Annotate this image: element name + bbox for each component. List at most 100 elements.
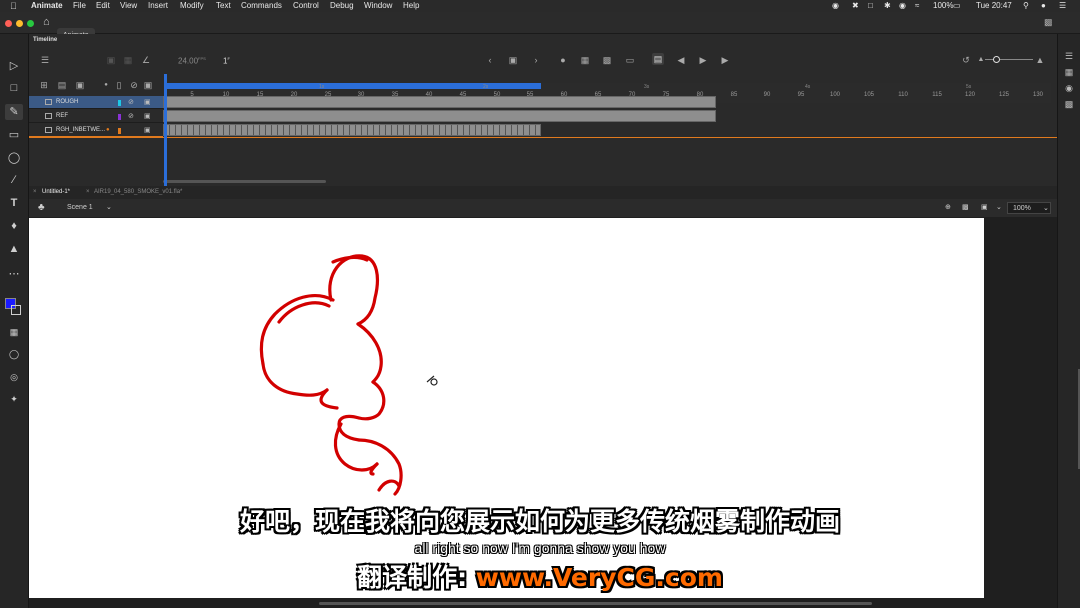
lock-icon[interactable]: ▣ [144,96,151,109]
selection-tool-icon[interactable]: ▷ [5,58,23,74]
stroke-color-swatch[interactable] [11,305,21,315]
paint-bucket-tool-icon[interactable]: ♦ [5,218,23,234]
spotlight-search-icon[interactable]: ⚲ [1023,0,1029,12]
step-forward-icon[interactable]: ▶ [719,54,731,66]
outline-icon[interactable]: ▯ [113,79,125,91]
doc-tab-untitled[interactable]: Untitled-1* [42,186,70,199]
layer-row-rough[interactable]: ROUGH ⊘ ▣ [29,96,163,109]
visibility-icon[interactable]: ⊘ [128,110,134,123]
zoom-out-icon[interactable]: ▲ [975,54,987,66]
playhead[interactable] [164,74,167,186]
layer-name[interactable]: ROUGH [56,96,78,109]
graph-icon[interactable]: ∠ [140,54,152,66]
menu-help[interactable]: Help [403,0,419,12]
scene-icon[interactable]: ♣ [38,199,45,217]
maximize-window-button[interactable] [27,20,34,27]
brush-mode-icon[interactable]: ◯ [5,346,23,362]
library-panel-icon[interactable]: ▦ [1062,66,1076,78]
layer-color-swatch[interactable] [118,114,121,120]
prev-keyframe-icon[interactable]: ‹ [484,54,496,66]
stage-size-icon[interactable]: ▣ [981,199,988,217]
lock-all-icon[interactable]: ▣ [142,79,154,91]
close-tab-icon[interactable]: × [33,186,37,199]
new-layer-icon[interactable]: ⊞ [38,79,50,91]
timeline-zoom-handle[interactable] [993,56,1000,63]
layers-icon[interactable]: ☰ [39,54,51,66]
delete-layer-icon[interactable]: ▣ [74,79,86,91]
layer-depth-icon[interactable]: ▦ [122,54,134,66]
layer-color-swatch[interactable] [118,100,121,106]
layer-frames-rgh-inbetween[interactable] [163,124,541,136]
layer-frames-ref[interactable] [163,110,716,122]
timeline-h-scrollbar[interactable] [163,180,326,183]
onion-outline-icon[interactable]: ▦ [579,54,591,66]
camera-icon[interactable]: ▣ [105,54,117,66]
bluetooth-icon[interactable]: ✱ [884,0,891,12]
menu-debug[interactable]: Debug [330,0,354,12]
lock-icon[interactable]: ▣ [144,124,151,137]
scene-name[interactable]: Scene 1 [67,199,93,217]
menu-edit[interactable]: Edit [96,0,110,12]
new-folder-icon[interactable]: ▤ [56,79,68,91]
center-frame-icon[interactable]: ▭ [624,54,636,66]
smoothing-icon[interactable]: ✦ [5,391,23,407]
loop-icon[interactable]: ▤ [652,53,664,65]
clock[interactable]: Tue 20:47 [976,0,1012,12]
line-tool-icon[interactable]: ∕ [5,172,23,188]
menu-control[interactable]: Control [293,0,319,12]
stage-h-scrollbar[interactable] [319,602,872,605]
workspace-icon[interactable]: ▩ [1044,17,1053,28]
step-back-icon[interactable]: ◀ [675,54,687,66]
next-keyframe-icon[interactable]: › [530,54,542,66]
menu-commands[interactable]: Commands [241,0,282,12]
control-center-icon[interactable]: ☰ [1059,0,1066,12]
user-avatar-icon[interactable]: ● [1041,0,1046,12]
lock-icon[interactable]: ▣ [144,110,151,123]
menu-modify[interactable]: Modify [180,0,204,12]
close-app-icon[interactable]: ✖ [852,0,859,12]
menu-view[interactable]: View [120,0,137,12]
home-icon[interactable]: ⌂ [43,16,50,28]
properties-panel-icon[interactable]: ☰ [1062,50,1076,62]
align-panel-icon[interactable]: ▩ [1062,98,1076,110]
close-window-button[interactable] [5,20,12,27]
insert-keyframe-icon[interactable]: ▣ [507,54,519,66]
oval-tool-icon[interactable]: ◯ [5,150,23,166]
layer-color-swatch[interactable] [118,128,121,134]
chevron-down-icon[interactable]: ⌄ [106,199,112,217]
center-stage-icon[interactable]: ⊕ [945,199,951,217]
zoom-select[interactable]: 100% ⌄ [1007,202,1051,214]
current-frame-readout[interactable]: 1F [223,56,230,66]
chevron-down-icon[interactable]: ⌄ [996,199,1002,217]
highlight-icon[interactable]: ● [100,79,112,91]
minimize-window-button[interactable] [16,20,23,27]
layer-name[interactable]: RGH_INBETWE... [56,124,105,137]
apple-icon[interactable]:  [10,0,17,12]
hide-all-icon[interactable]: ⊘ [128,79,140,91]
text-tool-icon[interactable]: T [5,195,23,211]
zoom-in-icon[interactable]: ▲ [1034,54,1046,66]
eye-status-icon[interactable]: ◉ [899,0,906,12]
layer-name[interactable]: REF [56,110,68,123]
object-drawing-icon[interactable]: ▦ [5,324,23,340]
eraser-tool-icon[interactable]: ▲ [5,241,23,257]
more-tools-icon[interactable]: ⋯ [5,266,23,282]
free-transform-tool-icon[interactable]: □ [5,80,23,96]
brush-tool-icon[interactable]: ✎ [5,104,23,120]
play-icon[interactable]: ▶ [697,54,709,66]
clip-stage-icon[interactable]: ▩ [962,199,969,217]
onion-skin-icon[interactable]: ● [557,54,569,66]
undo-icon[interactable]: ↺ [960,54,972,66]
app-menu[interactable]: Animate [31,0,63,12]
edit-multiple-icon[interactable]: ▩ [601,54,613,66]
rectangle-tool-icon[interactable]: ▭ [5,127,23,143]
close-tab-icon[interactable]: × [86,186,90,199]
fps-readout[interactable]: 24.00FPS [178,56,206,66]
menu-text[interactable]: Text [216,0,231,12]
layer-row-ref[interactable]: REF ⊘ ▣ [29,110,163,123]
record-icon[interactable]: ◉ [832,0,839,12]
wifi-icon[interactable]: ≈ [915,0,919,12]
layer-frames-rough[interactable] [163,96,716,108]
menu-window[interactable]: Window [364,0,392,12]
doc-tab-smoke[interactable]: AIR19_04_580_SMOKE_v01.fla* [94,186,182,199]
